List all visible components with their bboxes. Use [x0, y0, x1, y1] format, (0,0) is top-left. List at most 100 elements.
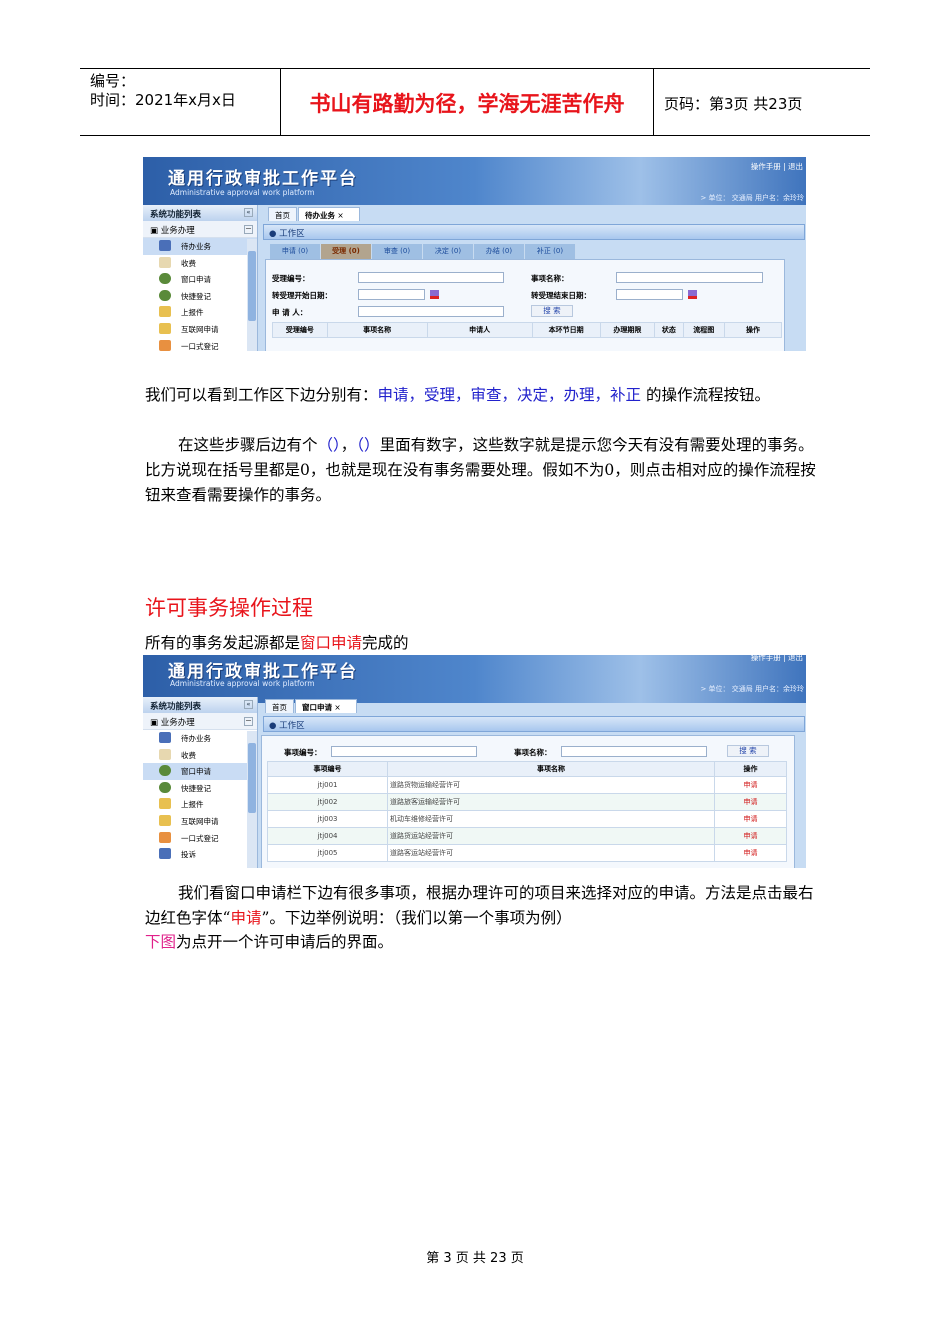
document-icon — [159, 798, 171, 810]
label-item-name: 事项名称： — [514, 748, 552, 757]
sidebar-item-quick-register[interactable]: 快捷登记 — [143, 288, 257, 305]
sidebar-item-one-stop[interactable]: 一口式登记 — [143, 830, 257, 847]
page-footer: 第 3 页 共 23 页 — [426, 1251, 524, 1266]
section-intro: 所有的事务发起源都是窗口申请完成的 — [145, 631, 825, 656]
apply-link[interactable]: 申请 — [714, 810, 787, 828]
highlight-text: 申请 — [230, 909, 262, 927]
sidebar-scrollbar[interactable] — [247, 239, 257, 351]
accept-id-input[interactable] — [358, 272, 504, 283]
paragraph-counts: 在这些步骤后边有个（），（）里面有数字，这些数字就是提示您今天有没有需要处理的事… — [145, 433, 825, 508]
minus-icon[interactable]: － — [244, 225, 253, 234]
apply-link[interactable]: 申请 — [714, 776, 787, 794]
help-logout-links[interactable]: 操作手册 | 退出 — [751, 655, 803, 663]
col-header: 操作 — [714, 761, 787, 777]
home-icon: ▣ — [150, 226, 161, 236]
tab-window-apply[interactable]: 窗口申请 × — [295, 699, 357, 713]
user-info: > 单位： 交通局 用户名：余玲玲 — [700, 685, 804, 693]
cell-id: jtj002 — [267, 793, 388, 811]
search-button[interactable]: 搜 索 — [531, 305, 573, 317]
step-decide[interactable]: 决定 (0) — [423, 244, 474, 259]
col-header: 事项名称 — [326, 322, 428, 338]
sidebar-item-pending[interactable]: 待办业务 — [143, 730, 257, 747]
sidebar-item-window-apply[interactable]: 窗口申请 — [143, 271, 257, 288]
tab-home[interactable]: 首页 — [265, 699, 294, 713]
tab-pending[interactable]: 待办业务 × — [298, 207, 360, 221]
app-title: 通用行政审批工作平台 — [168, 169, 358, 189]
cell-name: 道路客运站经营许可 — [387, 844, 715, 862]
help-logout-links[interactable]: 操作手册 | 退出 — [751, 161, 803, 172]
workarea-label: 工作区 — [279, 229, 305, 239]
sidebar-item-pending[interactable]: 待办业务 — [143, 238, 257, 255]
app-banner: 通用行政审批工作平台 Administrative approval work … — [143, 157, 806, 205]
app-subtitle: Administrative approval work platform — [170, 188, 315, 197]
document-icon — [159, 306, 171, 318]
calendar-icon[interactable] — [688, 290, 697, 299]
col-header: 办理期限 — [599, 322, 656, 338]
sidebar-title-text: 系统功能列表 — [150, 210, 202, 220]
sidebar-item-fee[interactable]: 收费 — [143, 747, 257, 764]
tab-home[interactable]: 首页 — [268, 207, 297, 221]
item-name-input[interactable] — [616, 272, 763, 283]
app-subtitle: Administrative approval work platform — [170, 679, 315, 688]
collapse-icon[interactable]: « — [244, 700, 253, 709]
time-label: 时间：2021年x月x日 — [90, 91, 236, 109]
app-banner: 通用行政审批工作平台 Administrative approval work … — [143, 655, 806, 703]
sidebar-item-quick-register[interactable]: 快捷登记 — [143, 780, 257, 797]
sidebar-item-internet-apply[interactable]: 互联网申请 — [143, 813, 257, 830]
col-header: 事项编号 — [267, 761, 388, 777]
item-name-input[interactable] — [561, 746, 707, 757]
sidebar-item-report[interactable]: 上报件 — [143, 304, 257, 321]
step-review[interactable]: 审查 (0) — [372, 244, 423, 259]
sidebar-item-internet-apply[interactable]: 互联网申请 — [143, 321, 257, 338]
step-accept[interactable]: 受理 (0) — [321, 244, 372, 259]
minus-icon[interactable]: － — [244, 717, 253, 726]
table-row: jtj002 道路旅客运输经营许可 申请 — [267, 793, 787, 811]
calendar-icon[interactable] — [430, 290, 439, 299]
item-id-input[interactable] — [331, 746, 477, 757]
start-date-input[interactable] — [358, 289, 425, 300]
sidebar-item-report[interactable]: 上报件 — [143, 796, 257, 813]
table-row: jtj005 道路客运站经营许可 申请 — [267, 844, 787, 862]
item-label: 上报件 — [181, 800, 204, 810]
item-label: 待办业务 — [181, 734, 211, 743]
apply-link[interactable]: 申请 — [714, 844, 787, 862]
step-correct[interactable]: 补正 (0) — [525, 244, 576, 259]
col-header: 状态 — [654, 322, 684, 338]
close-icon[interactable]: × — [334, 703, 340, 712]
highlight-text: 下图 — [145, 933, 177, 951]
sidebar-scrollbar[interactable] — [247, 731, 257, 868]
item-label: 投诉 — [181, 850, 196, 860]
col-header: 事项名称 — [387, 761, 715, 777]
workarea-label: 工作区 — [279, 721, 305, 731]
main-area: 首页 待办业务 × ● 工作区 申请 (0) 受理 (0) 审查 (0) 决定 … — [261, 205, 806, 351]
apply-link[interactable]: 申请 — [714, 827, 787, 845]
collapse-icon[interactable]: « — [244, 208, 253, 217]
main-area: 首页 窗口申请 × ● 工作区 事项编号： 事项名称： 搜 索 事项编号 事项名… — [261, 697, 806, 868]
text: 的操作流程按钮。 — [641, 386, 770, 404]
sidebar-group[interactable]: ▣ 业务办理 － — [143, 713, 257, 730]
sidebar-item-one-stop[interactable]: 一口式登记 — [143, 338, 257, 351]
sidebar-item-window-apply[interactable]: 窗口申请 — [143, 763, 257, 780]
sidebar-group[interactable]: ▣ 业务办理 － — [143, 221, 257, 238]
apply-link[interactable]: 申请 — [714, 793, 787, 811]
monitor-icon — [159, 848, 171, 860]
user-info: > 单位： 交通局 用户名：余玲玲 — [700, 194, 804, 202]
cell-id: jtj001 — [267, 776, 388, 794]
number-label: 编号： — [90, 72, 136, 90]
step-apply[interactable]: 申请 (0) — [270, 244, 321, 259]
paragraph-steps: 我们可以看到工作区下边分别有：申请，受理，审查，决定，办理，补正 的操作流程按钮… — [145, 383, 845, 408]
applicant-input[interactable] — [358, 306, 504, 317]
end-date-input[interactable] — [616, 289, 683, 300]
step-finish[interactable]: 办结 (0) — [474, 244, 525, 259]
search-button[interactable]: 搜 索 — [727, 745, 769, 757]
items-table: 事项编号 事项名称 操作 jtj001 道路货物运输经营许可 申请 jtj002 道路旅… — [267, 761, 787, 862]
cell-id: jtj003 — [267, 810, 388, 828]
close-icon[interactable]: × — [337, 211, 343, 220]
cell-name: 道路货运站经营许可 — [387, 827, 715, 845]
group-icon — [159, 339, 171, 351]
person-icon — [159, 781, 171, 793]
search-panel: 事项编号： 事项名称： 搜 索 事项编号 事项名称 操作 jtj001 道路货物运… — [261, 735, 795, 868]
sidebar-item-complaint[interactable]: 投诉 — [143, 846, 257, 863]
group-icon — [159, 831, 171, 843]
sidebar-item-fee[interactable]: 收费 — [143, 255, 257, 272]
